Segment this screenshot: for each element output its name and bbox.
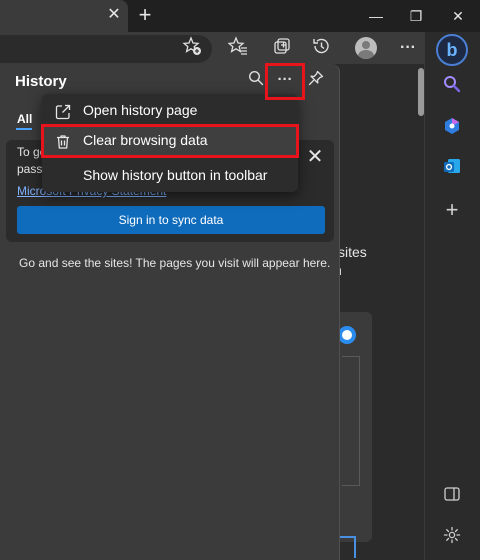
edge-sidebar — [424, 32, 480, 560]
sidebar-copilot-icon[interactable] — [440, 116, 464, 140]
history-icon[interactable] — [309, 36, 333, 60]
filter-tab-all[interactable]: All — [17, 112, 32, 126]
sidebar-add-button[interactable]: + — [440, 198, 464, 222]
menu-item-open-history-page[interactable]: Open history page — [42, 95, 298, 126]
sign-in-sync-button[interactable]: Sign in to sync data — [17, 206, 325, 234]
sidebar-settings-icon[interactable] — [440, 526, 464, 550]
page-text-fragment: sites — [338, 244, 367, 260]
sidebar-search-icon[interactable] — [440, 74, 464, 98]
sync-card-close-button[interactable]: ✕ — [304, 146, 326, 168]
page-selected-box — [340, 536, 356, 558]
page-option-box — [342, 356, 360, 486]
page-radio-button[interactable] — [338, 326, 356, 344]
empty-history-message: Go and see the sites! The pages you visi… — [19, 256, 331, 270]
highlight-more-options — [265, 63, 305, 100]
pin-icon[interactable] — [304, 70, 328, 94]
bing-copilot-icon[interactable]: b — [436, 34, 468, 66]
profile-avatar[interactable] — [355, 37, 377, 59]
restore-button[interactable]: ❐ — [396, 0, 436, 32]
page-scrollbar[interactable] — [418, 68, 424, 116]
menu-item-label: Open history page — [83, 102, 198, 118]
sidebar-outlook-icon[interactable] — [440, 156, 464, 180]
menu-item-label: Show history button in toolbar — [83, 167, 268, 183]
star-add-icon[interactable] — [180, 36, 204, 60]
menu-item-show-history-button[interactable]: Show history button in toolbar — [42, 160, 298, 191]
browser-tab[interactable]: ✕ — [0, 0, 128, 32]
highlight-clear-browsing-data — [41, 124, 299, 158]
close-window-button[interactable]: ✕ — [438, 0, 478, 32]
settings-more-button[interactable]: ··· — [396, 36, 420, 60]
open-external-icon — [54, 101, 72, 120]
minimize-button[interactable]: — — [356, 0, 396, 32]
favorites-icon[interactable] — [226, 36, 250, 60]
history-panel-title: History — [15, 73, 67, 90]
filter-tab-underline — [16, 128, 32, 130]
new-tab-button[interactable]: + — [134, 4, 156, 26]
collections-icon[interactable] — [270, 36, 294, 60]
tab-close-button[interactable]: ✕ — [104, 5, 124, 25]
sidebar-toggle-icon[interactable] — [440, 485, 464, 509]
